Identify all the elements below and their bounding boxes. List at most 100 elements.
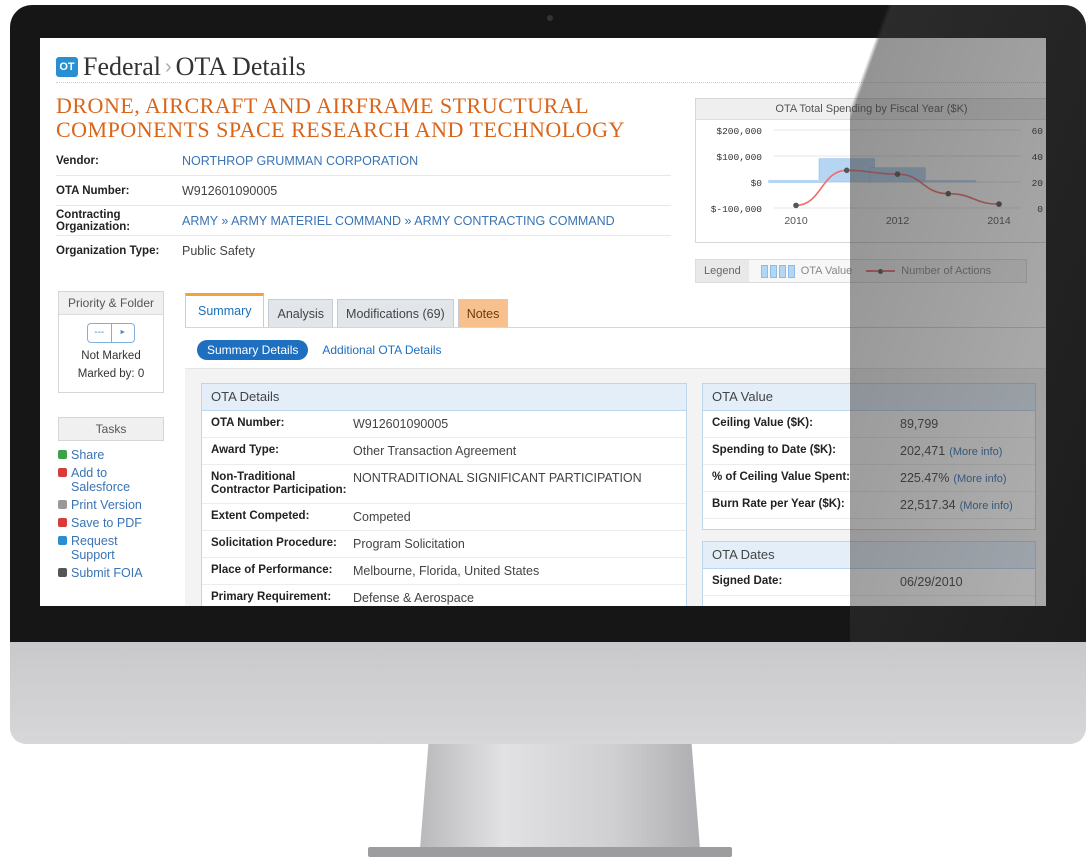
table-row: Extent Competed: Competed xyxy=(202,504,686,531)
row-value: NONTRADITIONAL SIGNIFICANT PARTICIPATION xyxy=(353,471,642,485)
ot-logo-icon: OT xyxy=(56,57,78,77)
legend-number-of-actions[interactable]: Number of Actions xyxy=(901,265,991,277)
table-row: Signed Date: 06/29/2010 xyxy=(703,569,1035,596)
row-value-text: NONTRADITIONAL SIGNIFICANT PARTICIPATION xyxy=(353,471,642,485)
chart-point xyxy=(996,201,1002,207)
tab-summary[interactable]: Summary xyxy=(185,293,265,328)
row-label: Solicitation Procedure: xyxy=(211,537,337,549)
page-title: OTA Details xyxy=(175,52,306,81)
legend-ota-value[interactable]: OTA Value xyxy=(801,265,853,277)
share-icon xyxy=(58,450,67,459)
row-value-text: W912601090005 xyxy=(353,417,449,431)
info-table: Vendor: NORTHROP GRUMMAN CORPORATION OTA… xyxy=(56,146,671,265)
tab-divider xyxy=(185,327,1046,328)
table-row: Burn Rate per Year ($K): 22,517.34 (More i… xyxy=(703,492,1035,519)
y-tick-label: $100,000 xyxy=(716,152,762,163)
row-label: Non-Traditional Contractor Participation… xyxy=(211,471,347,496)
contracting-link[interactable]: ARMY » ARMY MATERIEL COMMAND » ARMY CONT… xyxy=(182,214,615,228)
tasks-title: Tasks xyxy=(58,417,164,441)
priority-folder-panel: Priority & Folder --- ► Not Marked Marke… xyxy=(58,291,164,393)
task-request-support[interactable]: Request Support xyxy=(58,534,168,562)
row-label: Ceiling Value ($K): xyxy=(712,417,813,429)
table-row: OTA Number: W912601090005 xyxy=(202,411,686,438)
salesforce-icon xyxy=(58,468,67,477)
info-row-contracting: Contracting Organization: ARMY » ARMY MA… xyxy=(56,206,671,236)
subtab-summary-details[interactable]: Summary Details xyxy=(197,340,309,360)
print-icon xyxy=(58,500,67,509)
task-share[interactable]: Share xyxy=(58,448,168,462)
ota-value-panel: OTA Value Ceiling Value ($K): 89,799 Spend… xyxy=(702,383,1036,530)
info-row-vendor: Vendor: NORTHROP GRUMMAN CORPORATION xyxy=(56,146,671,176)
task-print-version[interactable]: Print Version xyxy=(58,498,168,512)
table-row: Non-Traditional Contractor Participation… xyxy=(202,465,686,504)
y-tick-label: $0 xyxy=(751,178,763,189)
row-value-text: 06/29/2010 xyxy=(900,575,963,589)
breadcrumb-separator: › xyxy=(164,55,172,78)
ota-title: DRONE, AIRCRAFT AND AIRFRAME STRUCTURAL … xyxy=(56,93,625,142)
chart-point xyxy=(945,190,952,197)
row-value-text: 225.47% xyxy=(900,471,950,485)
tab-modifications[interactable]: Modifications (69) xyxy=(337,299,454,328)
task-label: Submit FOIA xyxy=(71,566,143,580)
more-info-link[interactable]: (More info) xyxy=(960,500,1013,512)
bar-legend-icon xyxy=(760,264,795,278)
task-submit-foia[interactable]: Submit FOIA xyxy=(58,566,168,580)
subtab-additional-details[interactable]: Additional OTA Details xyxy=(322,343,441,357)
ota-details-title: OTA Details xyxy=(202,384,686,411)
row-label: Place of Performance: xyxy=(211,564,333,576)
more-info-link[interactable]: (More info) xyxy=(953,473,1006,485)
x-tick-label: 2012 xyxy=(886,215,910,227)
row-value: Competed xyxy=(353,510,411,524)
ota-number-label: OTA Number: xyxy=(56,184,130,197)
row-value-text: 22,517.34 xyxy=(900,498,956,512)
chart-plot: $200,000 $100,000 $0 $-100,000 60 40 20 0 2010 20… xyxy=(711,126,1044,227)
foia-icon xyxy=(58,568,67,577)
row-value: 22,517.34 (More info) xyxy=(900,498,1013,512)
tab-analysis[interactable]: Analysis xyxy=(268,299,334,328)
task-label: Share xyxy=(71,448,105,462)
priority-toggle[interactable]: --- ► xyxy=(87,323,135,343)
task-label: Request Support xyxy=(71,534,118,562)
chart-legend: Legend OTA Value Number of Actions xyxy=(695,259,1027,283)
vendor-link[interactable]: NORTHROP GRUMMAN CORPORATION xyxy=(182,154,418,168)
row-label: Primary Requirement: xyxy=(211,591,332,603)
table-row: Primary Requirement: Defense & Aerospace xyxy=(202,585,686,606)
task-label: Save to PDF xyxy=(71,516,142,530)
y-tick-label: $-100,000 xyxy=(711,204,763,215)
contracting-label: Contracting Organization: xyxy=(56,208,131,233)
chart-bar xyxy=(920,180,977,183)
row-label: Spending to Date ($K): xyxy=(712,444,836,456)
subtab-bar: Summary Details Additional OTA Details xyxy=(197,340,442,360)
more-info-link[interactable]: (More info) xyxy=(949,446,1002,458)
task-add-to-salesforce[interactable]: Add to Salesforce xyxy=(58,466,168,494)
chart-title: OTA Total Spending by Fiscal Year ($K) xyxy=(696,99,1046,120)
chart-bar xyxy=(768,180,824,183)
row-label: Award Type: xyxy=(211,444,279,456)
task-save-to-pdf[interactable]: Save to PDF xyxy=(58,516,168,530)
row-value-text: Melbourne, Florida, United States xyxy=(353,564,540,578)
tab-notes[interactable]: Notes xyxy=(457,299,509,328)
row-value: 89,799 xyxy=(900,417,938,431)
ota-details-panel: OTA Details OTA Number: W912601090005 Awar… xyxy=(201,383,687,606)
ota-number-value: W912601090005 xyxy=(182,183,278,198)
breadcrumb-federal[interactable]: Federal xyxy=(83,52,161,82)
row-label: Signed Date: xyxy=(712,575,783,587)
row-value: W912601090005 xyxy=(353,417,448,431)
table-row: Spending to Date ($K): 202,471 (More info) xyxy=(703,438,1035,465)
priority-folder-title: Priority & Folder xyxy=(59,292,163,315)
row-value: Melbourne, Florida, United States xyxy=(353,564,539,578)
ota-dates-panel: OTA Dates Signed Date: 06/29/2010 xyxy=(702,541,1036,606)
tasks-list: Share Add to Salesforce Print Version Sa… xyxy=(58,448,168,584)
y2-tick-label: 20 xyxy=(1032,178,1044,189)
y2-tick-label: 60 xyxy=(1032,126,1044,137)
row-label: Extent Competed: xyxy=(211,510,310,522)
monitor-chin xyxy=(10,642,1086,744)
row-value: 202,471 (More info) xyxy=(900,444,1002,458)
line-legend-icon xyxy=(866,268,896,274)
row-value-text: Other Transaction Agreement xyxy=(353,444,517,458)
task-label: Print Version xyxy=(71,498,142,512)
toggle-dashes: --- xyxy=(94,327,105,338)
org-type-value: Public Safety xyxy=(182,243,255,258)
row-value: 06/29/2010 xyxy=(900,575,963,589)
row-value-text: Competed xyxy=(353,510,411,524)
